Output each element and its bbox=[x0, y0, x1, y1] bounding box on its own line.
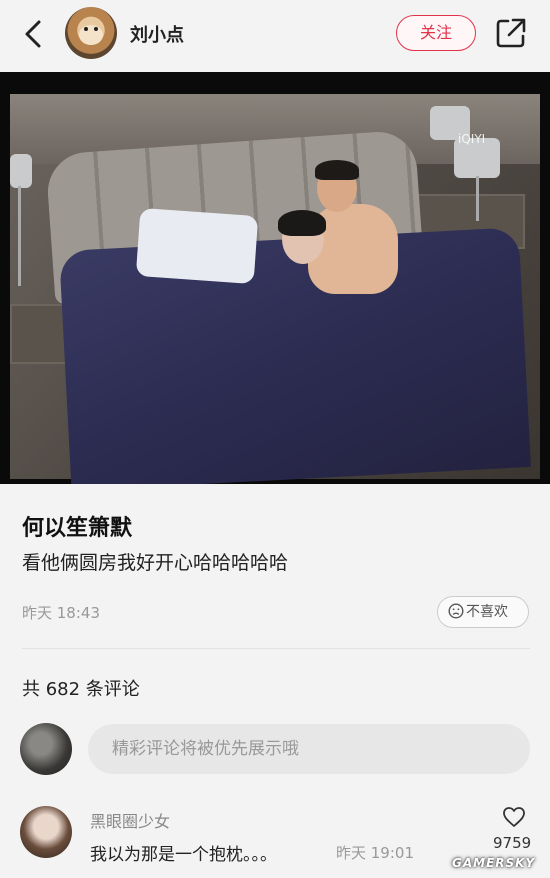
dislike-button[interactable]: 不喜欢 bbox=[437, 596, 529, 628]
divider bbox=[22, 648, 530, 649]
back-icon[interactable] bbox=[18, 16, 48, 52]
dislike-label: 不喜欢 bbox=[466, 604, 508, 620]
post-time: 昨天 18:43 bbox=[22, 604, 100, 622]
post-body: 看他俩圆房我好开心哈哈哈哈哈 bbox=[22, 552, 289, 574]
comment-input[interactable]: 精彩评论将被优先展示哦 bbox=[88, 724, 530, 774]
comment-time: 昨天 19:01 bbox=[336, 844, 414, 862]
author-avatar[interactable] bbox=[65, 7, 117, 59]
author-name[interactable]: 刘小点 bbox=[130, 21, 184, 47]
tv-screen: iQIYI bbox=[10, 94, 540, 484]
dislike-face-icon bbox=[448, 603, 464, 619]
watermark: GAMERSKY bbox=[452, 856, 536, 870]
my-avatar bbox=[20, 723, 72, 775]
comment-count: 共 682 条评论 bbox=[22, 679, 140, 700]
post-image[interactable]: iQIYI bbox=[0, 72, 550, 484]
follow-button[interactable]: 关注 bbox=[396, 15, 476, 51]
commenter-name[interactable]: 黑眼圈少女 bbox=[90, 808, 170, 832]
heart-icon[interactable] bbox=[502, 806, 526, 828]
top-bar: 刘小点 关注 bbox=[0, 0, 550, 72]
commenter-avatar[interactable] bbox=[20, 806, 72, 858]
comment-text: 我以为那是一个抱枕。。。 bbox=[90, 845, 277, 865]
video-logo: iQIYI bbox=[458, 132, 486, 146]
post-content: 何以笙箫默 看他俩圆房我好开心哈哈哈哈哈 昨天 18:43 不喜欢 共 682 … bbox=[0, 484, 550, 878]
post-title: 何以笙箫默 bbox=[22, 516, 133, 541]
share-icon[interactable] bbox=[494, 16, 528, 50]
like-count: 9759 bbox=[493, 834, 532, 852]
